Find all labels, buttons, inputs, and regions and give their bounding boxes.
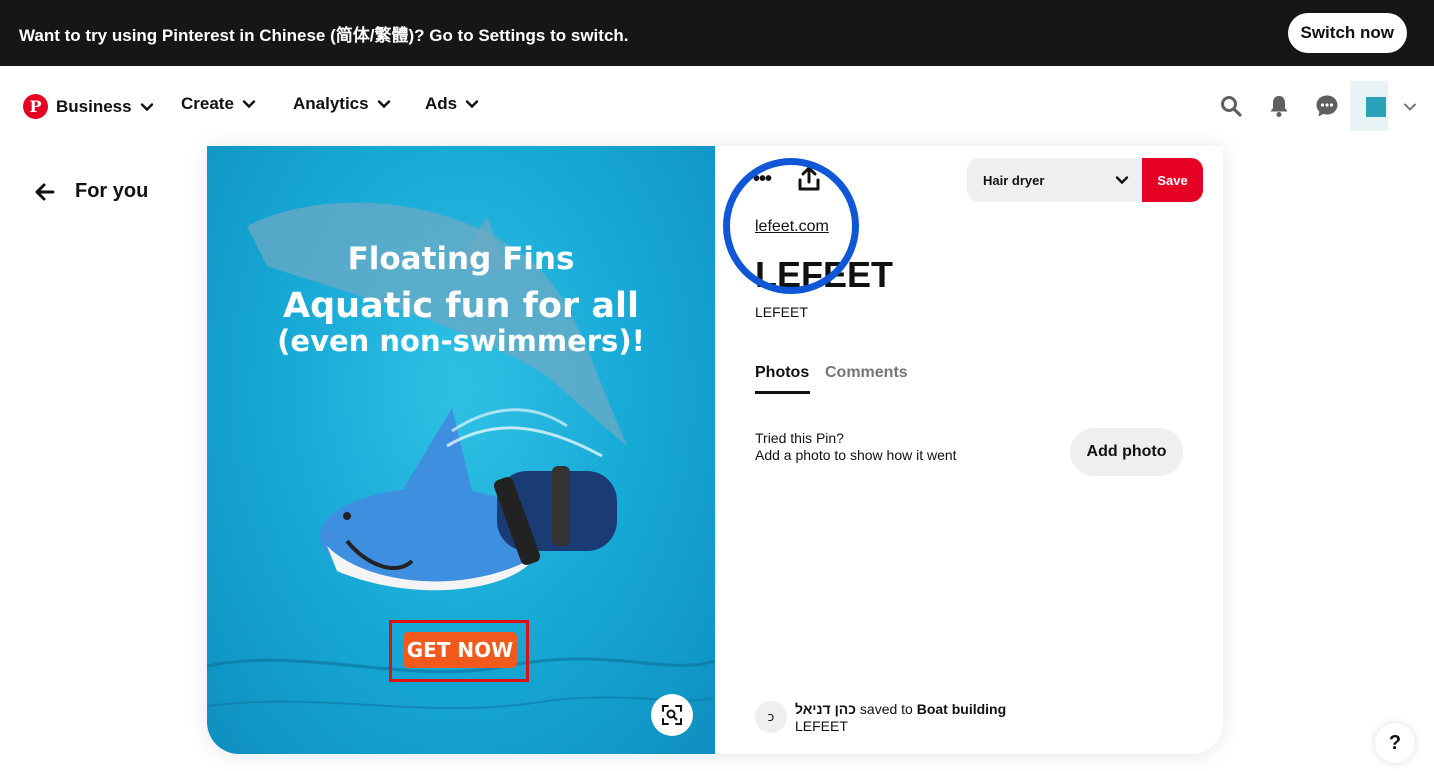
back-label: For you	[75, 180, 149, 202]
bell-icon[interactable]	[1267, 94, 1291, 118]
banner-text: Want to try using Pinterest in Chinese (…	[19, 25, 629, 45]
back-for-you[interactable]: For you	[35, 180, 148, 203]
pin-image[interactable]: Floating Fins Aquatic fun for all (even …	[207, 146, 715, 754]
pin-title: LEFEET	[755, 254, 894, 295]
pin-details: ••• Hair dryer Save lefeet.com LEFEET LE…	[715, 146, 1223, 754]
top-nav: P Business Create Analytics Ads	[0, 66, 1434, 146]
saved-to-text: saved to	[859, 701, 913, 717]
more-options-icon[interactable]: •••	[753, 168, 777, 192]
pin-subtitle: LEFEET	[755, 304, 808, 320]
chevron-down-icon	[140, 102, 153, 111]
add-photo-button[interactable]: Add photo	[1070, 428, 1183, 476]
chevron-down-icon	[377, 100, 390, 109]
nav-create[interactable]: Create	[181, 94, 256, 114]
pin-image-line1: Floating Fins	[347, 241, 575, 277]
pin-card: Floating Fins Aquatic fun for all (even …	[207, 146, 1223, 754]
share-icon[interactable]	[797, 166, 821, 192]
pinterest-logo-icon[interactable]: P	[23, 94, 48, 119]
saver-source: LEFEET	[795, 718, 848, 734]
arrow-left-icon	[35, 183, 55, 200]
tried-pin-question: Tried this Pin?	[755, 430, 844, 446]
board-select-dropdown[interactable]: Hair dryer	[967, 158, 1143, 202]
active-tab-underline	[755, 391, 810, 394]
nav-analytics-label: Analytics	[293, 94, 369, 113]
get-now-cta: GET NOW	[403, 632, 517, 668]
nav-create-label: Create	[181, 94, 234, 113]
pin-source-link[interactable]: lefeet.com	[755, 218, 829, 236]
tried-pin-hint: Add a photo to show how it went	[755, 447, 957, 463]
pin-image-line2: Aquatic fun for all	[283, 286, 639, 326]
nav-ads[interactable]: Ads	[425, 94, 479, 114]
chevron-down-icon	[1115, 176, 1129, 185]
chevron-down-icon	[242, 100, 256, 109]
saved-board-name[interactable]: Boat building	[917, 701, 1006, 717]
tab-photos[interactable]: Photos	[755, 364, 809, 382]
avatar-image	[1366, 97, 1386, 117]
tab-comments[interactable]: Comments	[825, 364, 908, 382]
switch-now-button[interactable]: Switch now	[1287, 13, 1407, 53]
nav-analytics[interactable]: Analytics	[293, 94, 391, 114]
saver-avatar[interactable]: כ	[755, 701, 787, 733]
nav-ads-label: Ads	[425, 94, 458, 113]
board-select-value: Hair dryer	[983, 172, 1045, 188]
chevron-down-icon[interactable]	[1402, 99, 1418, 115]
saver-info: כהן דניאל saved to Boat building	[795, 701, 1006, 717]
language-banner: Want to try using Pinterest in Chinese (…	[0, 0, 1434, 66]
lens-icon	[662, 705, 682, 725]
nav-business[interactable]: P Business	[23, 94, 154, 119]
chat-icon[interactable]	[1315, 94, 1339, 118]
nav-business-label: Business	[56, 96, 132, 116]
avatar[interactable]	[1350, 81, 1388, 131]
save-button[interactable]: Save	[1142, 158, 1203, 202]
visual-search-button[interactable]	[651, 694, 693, 736]
search-icon[interactable]	[1219, 94, 1243, 118]
help-button[interactable]: ?	[1375, 723, 1415, 763]
pin-image-line3: (even non-swimmers)!	[277, 324, 645, 358]
saver-name[interactable]: כהן דניאל	[795, 701, 856, 717]
chevron-down-icon	[465, 100, 479, 109]
